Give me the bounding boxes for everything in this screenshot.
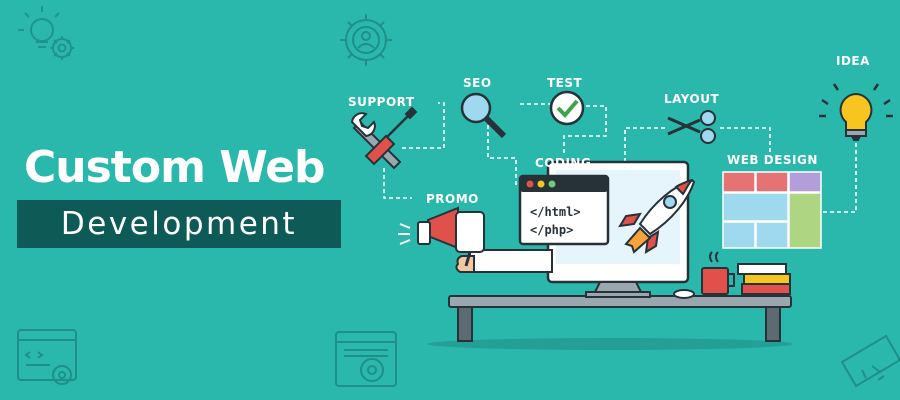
page-title: Custom Web: [24, 142, 326, 193]
window-dot-red: [526, 180, 534, 188]
tools-icon: [350, 106, 418, 170]
code-window: </html> </php>: [518, 174, 610, 246]
magnifier-icon: [460, 92, 507, 139]
window-dot-green: [548, 180, 556, 188]
page-subtitle: Development: [60, 206, 298, 242]
check-icon: [549, 90, 585, 126]
code-line-1: </html>: [530, 205, 581, 219]
label-seo: SEO: [463, 76, 492, 90]
web-design-grid: [722, 171, 822, 249]
mug-icon: [701, 251, 735, 295]
page-subtitle-box: Development: [17, 200, 341, 248]
label-support: SUPPORT: [348, 95, 415, 109]
label-test: TEST: [547, 76, 583, 90]
desk: [427, 295, 793, 350]
gear-user-icon: [340, 14, 392, 66]
browser-gear-icon: [335, 331, 397, 387]
laptop-code-icon: [840, 334, 900, 388]
books-stack: [737, 263, 791, 295]
bulb-gear-icon: [18, 6, 74, 60]
lightbulb-icon: [819, 83, 893, 141]
browser-code-icon: [17, 329, 77, 385]
label-promo: PROMO: [426, 192, 479, 206]
code-line-2: </php>: [530, 223, 573, 237]
label-web-design: WEB DESIGN: [727, 153, 818, 167]
banner: </html> </php> Custom Web Development SU…: [0, 0, 900, 400]
scissors-icon: [667, 110, 716, 144]
label-layout: LAYOUT: [664, 92, 720, 106]
window-dot-yellow: [537, 180, 545, 188]
label-idea: IDEA: [836, 54, 870, 68]
label-coding: CODING: [535, 156, 592, 170]
